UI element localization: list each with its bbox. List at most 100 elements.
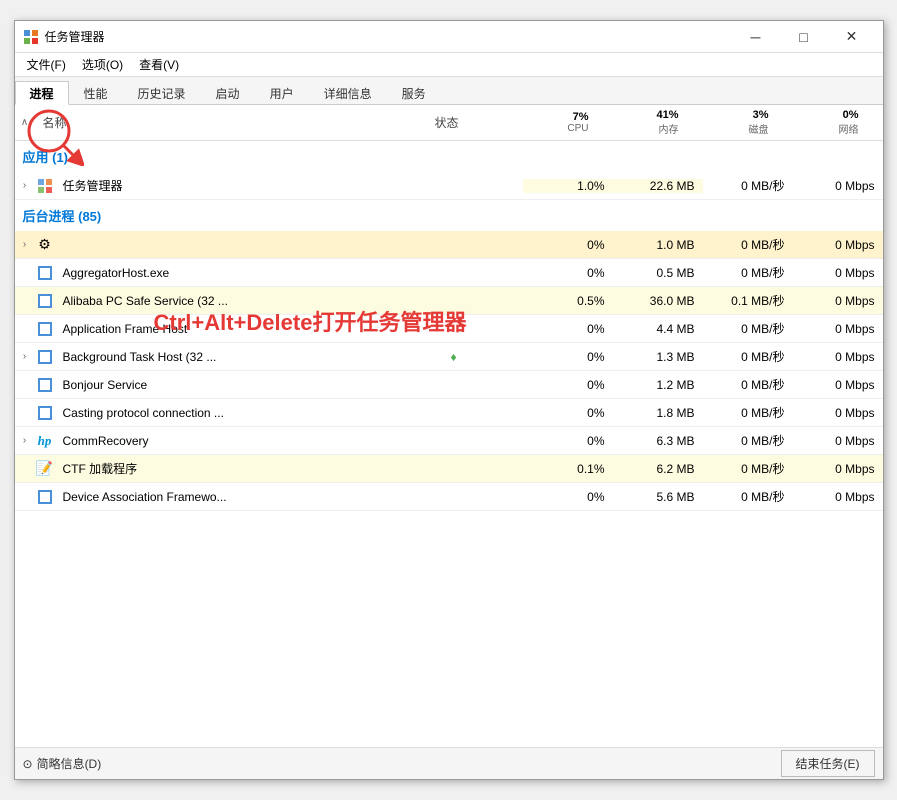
process-icon xyxy=(35,347,55,367)
menu-view[interactable]: 查看(V) xyxy=(131,54,187,75)
background-section-header: 后台进程 (85) xyxy=(15,200,883,231)
net-label: 网络 xyxy=(785,121,859,136)
info-icon: ⊙ xyxy=(23,757,33,771)
process-cpu: 0.1% xyxy=(523,462,613,476)
process-mem: 1.2 MB xyxy=(613,378,703,392)
process-net: 0 Mbps xyxy=(793,462,883,476)
process-disk: 0 MB/秒 xyxy=(703,236,793,253)
col-header-disk[interactable]: 3% 磁盘 xyxy=(687,105,777,140)
process-net: 0 Mbps xyxy=(793,406,883,420)
apps-section-header: 应用 (1) xyxy=(15,141,883,172)
menu-file[interactable]: 文件(F) xyxy=(19,54,74,75)
process-icon xyxy=(35,375,55,395)
leaf-icon: ♦ xyxy=(451,350,457,364)
end-task-button[interactable]: 结束任务(E) xyxy=(781,750,875,777)
process-icon: 📝 xyxy=(35,459,55,479)
process-disk: 0 MB/秒 xyxy=(703,404,793,421)
net-pct: 0% xyxy=(785,109,859,121)
process-list[interactable]: 应用 (1) › 任务管理器 1.0% xyxy=(15,141,883,747)
col-header-net[interactable]: 0% 网络 xyxy=(777,105,867,140)
process-net: 0 Mbps xyxy=(793,238,883,252)
process-net: 0 Mbps xyxy=(793,322,883,336)
expand-icon[interactable]: › xyxy=(15,239,35,250)
sort-indicator: ∧ xyxy=(15,117,35,128)
cpu-pct: 7% xyxy=(515,111,589,123)
process-net: 0 Mbps xyxy=(793,350,883,364)
window-controls: ─ □ ✕ xyxy=(733,21,875,53)
expand-icon[interactable]: › xyxy=(15,435,35,446)
table-row[interactable]: 📝 CTF 加载程序 0.1% 6.2 MB 0 MB/秒 0 Mbps xyxy=(15,455,883,483)
process-mem: 22.6 MB xyxy=(613,179,703,193)
process-disk: 0 MB/秒 xyxy=(703,376,793,393)
process-name: CTF 加载程序 xyxy=(59,460,443,477)
tab-startup[interactable]: 启动 xyxy=(201,81,255,105)
process-net: 0 Mbps xyxy=(793,490,883,504)
process-disk: 0 MB/秒 xyxy=(703,320,793,337)
mem-label: 内存 xyxy=(605,121,679,136)
maximize-button[interactable]: □ xyxy=(781,21,827,53)
process-mem: 6.3 MB xyxy=(613,434,703,448)
process-name: Application Frame Host xyxy=(59,322,443,336)
table-row[interactable]: Application Frame Host 0% 4.4 MB 0 MB/秒 … xyxy=(15,315,883,343)
process-net: 0 Mbps xyxy=(793,266,883,280)
info-label: 简略信息(D) xyxy=(37,755,102,772)
tab-users[interactable]: 用户 xyxy=(255,81,309,105)
table-row[interactable]: › ⚙ 0% 1.0 MB 0 MB/秒 0 Mbps xyxy=(15,231,883,259)
table-row[interactable]: AggregatorHost.exe 0% 0.5 MB 0 MB/秒 0 Mb… xyxy=(15,259,883,287)
cpu-label: CPU xyxy=(515,123,589,134)
process-name: CommRecovery xyxy=(59,434,443,448)
process-cpu: 0.5% xyxy=(523,294,613,308)
table-row[interactable]: › hp CommRecovery 0% 6.3 MB 0 MB/秒 0 Mbp… xyxy=(15,427,883,455)
process-mem: 0.5 MB xyxy=(613,266,703,280)
tab-bar: 进程 性能 历史记录 启动 用户 详细信息 服务 xyxy=(15,77,883,105)
process-disk: 0 MB/秒 xyxy=(703,264,793,281)
process-cpu: 0% xyxy=(523,238,613,252)
process-cpu: 0% xyxy=(523,490,613,504)
tab-app-history[interactable]: 历史记录 xyxy=(123,81,201,105)
col-header-mem[interactable]: 41% 内存 xyxy=(597,105,687,140)
process-disk: 0 MB/秒 xyxy=(703,432,793,449)
process-mem: 4.4 MB xyxy=(613,322,703,336)
window-icon xyxy=(23,29,39,45)
expand-icon[interactable]: › xyxy=(15,351,35,362)
process-disk: 0 MB/秒 xyxy=(703,488,793,505)
process-name: Background Task Host (32 ... xyxy=(59,350,443,364)
table-row[interactable]: › Background Task Host (32 ... ♦ 0% 1.3 … xyxy=(15,343,883,371)
table-row[interactable]: Device Association Framewo... 0% 5.6 MB … xyxy=(15,483,883,511)
process-name: Device Association Framewo... xyxy=(59,490,443,504)
process-mem: 1.0 MB xyxy=(613,238,703,252)
disk-label: 磁盘 xyxy=(695,121,769,136)
process-name: 任务管理器 xyxy=(59,177,443,194)
minimize-button[interactable]: ─ xyxy=(733,21,779,53)
process-net: 0 Mbps xyxy=(793,378,883,392)
col-header-cpu[interactable]: 7% CPU xyxy=(507,107,597,138)
disk-pct: 3% xyxy=(695,109,769,121)
process-cpu: 0% xyxy=(523,378,613,392)
expand-icon[interactable]: › xyxy=(15,180,35,191)
process-mem: 36.0 MB xyxy=(613,294,703,308)
process-status: ♦ xyxy=(443,350,523,364)
status-info[interactable]: ⊙ 简略信息(D) xyxy=(23,755,781,772)
mem-pct: 41% xyxy=(605,109,679,121)
table-row[interactable]: Bonjour Service 0% 1.2 MB 0 MB/秒 0 Mbps xyxy=(15,371,883,399)
menu-options[interactable]: 选项(O) xyxy=(74,54,131,75)
tab-details[interactable]: 详细信息 xyxy=(309,81,387,105)
tab-services[interactable]: 服务 xyxy=(387,81,441,105)
process-cpu: 0% xyxy=(523,406,613,420)
process-name: Alibaba PC Safe Service (32 ... xyxy=(59,294,443,308)
table-row[interactable]: › 任务管理器 1.0% 22.6 MB 0 MB/秒 0 M xyxy=(15,172,883,200)
table-row[interactable]: Casting protocol connection ... 0% 1.8 M… xyxy=(15,399,883,427)
content-area: 应用 (1) › 任务管理器 1.0% xyxy=(15,141,883,747)
process-disk: 0 MB/秒 xyxy=(703,177,793,194)
process-mem: 6.2 MB xyxy=(613,462,703,476)
col-header-status[interactable]: 状态 xyxy=(427,110,507,135)
tab-performance[interactable]: 性能 xyxy=(69,81,123,105)
close-button[interactable]: ✕ xyxy=(829,21,875,53)
table-row[interactable]: Alibaba PC Safe Service (32 ... 0.5% 36.… xyxy=(15,287,883,315)
process-icon xyxy=(35,319,55,339)
tab-processes[interactable]: 进程 xyxy=(15,81,69,105)
window-title: 任务管理器 xyxy=(45,28,733,45)
col-header-name[interactable]: 名称 xyxy=(35,110,427,135)
process-disk: 0.1 MB/秒 xyxy=(703,292,793,309)
column-header: ∧ 名称 状态 7% CPU 41% 内存 3% 磁盘 0% 网络 xyxy=(15,105,883,141)
